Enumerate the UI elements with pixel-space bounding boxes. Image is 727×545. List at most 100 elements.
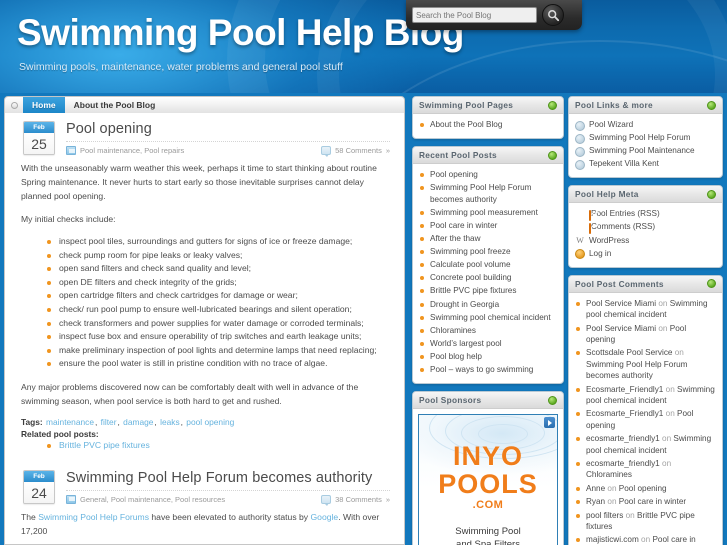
widget-header: Swimming Pool Pages	[413, 97, 563, 114]
post-comment-count[interactable]: 38 Comments	[335, 495, 382, 504]
tags-label: Tags:	[21, 416, 43, 427]
recent-post-link[interactable]: Swimming Pool Help Forum becomes authori…	[430, 183, 531, 204]
widget-title: Recent Pool Posts	[419, 150, 497, 161]
nav-item-home[interactable]: Home	[23, 97, 65, 113]
post-title[interactable]: Pool opening	[66, 121, 390, 137]
comment-on-label: on	[663, 384, 678, 394]
widget-toggle-icon[interactable]	[707, 279, 716, 289]
widget-toggle-icon[interactable]	[548, 395, 557, 405]
post-title[interactable]: Swimming Pool Help Forum becomes authori…	[66, 470, 390, 486]
recent-post-link[interactable]: Brittle PVC pipe fixtures	[430, 286, 516, 295]
widget-toggle-icon[interactable]	[707, 100, 716, 110]
post-comment-count[interactable]: 58 Comments	[335, 146, 382, 155]
comment-on-label: on	[623, 510, 637, 520]
list-item: Pool Wizard	[575, 119, 716, 131]
sponsor-ad[interactable]: INYO POOLS .COM Swimming Pool and Spa Fi…	[418, 414, 558, 545]
comment-on-label: on	[656, 323, 670, 333]
list-item: Pool care in winter	[419, 220, 557, 232]
search-box	[406, 0, 582, 30]
tag-link[interactable]: maintenance	[46, 417, 94, 427]
post-paragraph-2: My initial checks include:	[21, 214, 116, 224]
external-link[interactable]: Pool Wizard	[589, 120, 633, 129]
category-folder-icon	[66, 146, 76, 155]
widget-body: Pool Service Miami on Swimming pool chem…	[569, 293, 722, 545]
excerpt-link-google[interactable]: Google	[310, 512, 338, 522]
post-comment-arrow[interactable]: »	[386, 146, 390, 155]
page-link[interactable]: About the Pool Blog	[430, 120, 502, 129]
meta-link[interactable]: WordPress	[589, 236, 629, 245]
search-button[interactable]	[542, 4, 564, 26]
comment-author: majisticwi.com	[586, 535, 639, 545]
recent-post-link[interactable]: Pool opening	[430, 170, 478, 179]
post-header: Feb 25 Pool opening Pool maintenance, Po…	[19, 113, 390, 157]
site-title[interactable]: Swimming Pool Help Blog	[17, 12, 464, 54]
widget-toggle-icon[interactable]	[548, 150, 557, 160]
comment-post-link[interactable]: Chloramines	[586, 470, 632, 479]
excerpt-prefix: The	[21, 511, 39, 522]
tag-link[interactable]: pool opening	[186, 417, 234, 427]
external-link[interactable]: Swimming Pool Help Forum	[589, 133, 690, 142]
widget-pool-sponsors: Pool Sponsors INYO POOLS .COM Swimming P…	[412, 391, 564, 545]
ad-brand-line3: .COM	[472, 499, 504, 512]
post-meta: General, Pool maintenance, Pool resource…	[66, 489, 390, 506]
post-categories[interactable]: General, Pool maintenance, Pool resource…	[80, 495, 225, 504]
tag-link[interactable]: damage	[123, 417, 153, 427]
widget-swimming-pool-pages: Swimming Pool Pages About the Pool Blog	[412, 96, 564, 140]
meta-link[interactable]: Pool Entries (RSS)	[591, 209, 660, 218]
list-item: Concrete pool building	[419, 272, 557, 284]
search-input[interactable]	[412, 7, 537, 23]
related-post-link[interactable]: Brittle PVC pipe fixtures	[59, 440, 150, 450]
comment-bubble-icon	[321, 494, 332, 506]
recent-post-link[interactable]: Pool – ways to go swimming	[430, 365, 533, 374]
post-date-day: 25	[24, 133, 54, 154]
list-item: World’s largest pool	[419, 338, 557, 350]
list-item: Pool opening	[419, 169, 557, 181]
recent-post-link[interactable]: Calculate pool volume	[430, 260, 511, 269]
tag-link[interactable]: leaks	[160, 417, 180, 427]
list-item: Tepekent Villa Kent	[575, 158, 716, 170]
comment-post-link[interactable]: Pool opening	[619, 484, 667, 493]
post-date-day: 24	[24, 481, 54, 503]
home-bullet-icon	[5, 97, 23, 113]
comment-post-link[interactable]: Pool care in winter	[619, 497, 686, 506]
comment-post-link[interactable]: Swimming Pool Help Forum becomes authori…	[586, 360, 687, 380]
list-item: Brittle PVC pipe fixtures	[419, 285, 557, 297]
external-link[interactable]: Tepekent Villa Kent	[589, 159, 659, 168]
meta-link[interactable]: Log in	[589, 249, 611, 258]
recent-post-link[interactable]: Swimming pool freeze	[430, 247, 511, 256]
list-item: Swimming Pool Maintenance	[575, 145, 716, 157]
list-item: Brittle PVC pipe fixtures	[47, 439, 388, 453]
recent-post-link[interactable]: Swimming pool measurement	[430, 208, 538, 217]
widget-toggle-icon[interactable]	[548, 100, 557, 110]
recent-post-link[interactable]: Pool care in winter	[430, 221, 497, 230]
post-date-month: Feb	[24, 470, 54, 482]
post-categories[interactable]: Pool maintenance, Pool repairs	[80, 146, 184, 155]
widget-toggle-icon[interactable]	[707, 189, 716, 199]
tag-link[interactable]: filter	[101, 417, 117, 427]
list-item: W WordPress	[575, 235, 716, 247]
comment-author: Ryan	[586, 497, 606, 507]
recent-post-link[interactable]: Pool blog help	[430, 352, 482, 361]
rss-icon	[589, 222, 591, 234]
recent-post-link[interactable]: Drought in Georgia	[430, 300, 499, 309]
widget-body: INYO POOLS .COM Swimming Pool and Spa Fi…	[413, 409, 563, 545]
post-checklist: inspect pool tiles, surroundings and gut…	[21, 235, 388, 371]
post-comment-arrow[interactable]: »	[386, 495, 390, 504]
site-header: Swimming Pool Help Blog Swimming pools, …	[0, 0, 727, 93]
recent-post-link[interactable]: Swimming pool chemical incident	[430, 313, 551, 322]
nav-item-about-the-pool-blog[interactable]: About the Pool Blog	[65, 97, 165, 113]
external-link[interactable]: Swimming Pool Maintenance	[589, 146, 695, 155]
recent-post-link[interactable]: Concrete pool building	[430, 273, 511, 282]
comment-author: Pool Service Miami	[586, 298, 657, 308]
site-tagline: Swimming pools, maintenance, water probl…	[19, 61, 343, 73]
recent-post-link[interactable]: After the thaw	[430, 234, 481, 243]
comment-author: Scottsdale Pool Service	[586, 348, 673, 358]
adchoices-icon[interactable]	[544, 417, 555, 429]
widget-body: About the Pool Blog	[413, 114, 563, 138]
list-item: majisticwi.com on Pool care in winter	[575, 534, 716, 545]
ad-caption-line1: Swimming Pool	[455, 526, 521, 538]
comment-author: ecosmarte_friendly1	[586, 434, 660, 444]
excerpt-link-forums[interactable]: Swimming Pool Help Forums	[38, 512, 149, 522]
recent-post-link[interactable]: World’s largest pool	[430, 339, 502, 348]
recent-post-link[interactable]: Chloramines	[430, 326, 476, 335]
